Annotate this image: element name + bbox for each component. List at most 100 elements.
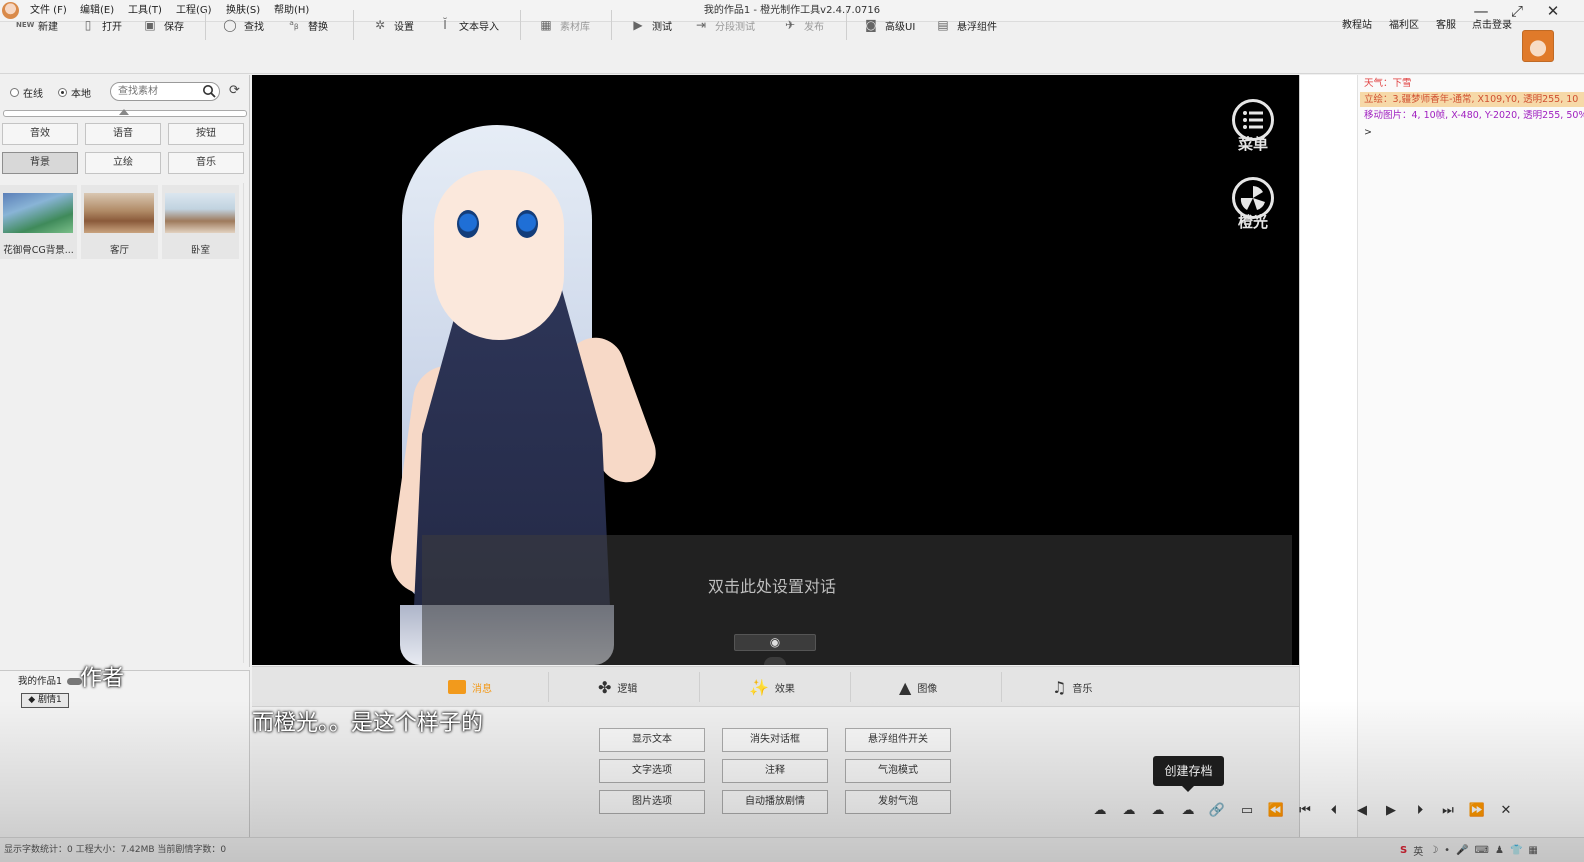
welfare-link[interactable]: 福利区: [1389, 19, 1419, 33]
new-label: 新建: [38, 21, 58, 33]
support-link[interactable]: 客服: [1436, 19, 1456, 33]
moon-icon[interactable]: ☽: [1429, 845, 1438, 856]
menu-label[interactable]: 菜单: [1223, 133, 1283, 154]
next-icon[interactable]: ▶: [1380, 802, 1402, 820]
shirt-icon[interactable]: 👕: [1510, 845, 1522, 856]
message-icon: [448, 680, 466, 694]
log-entry[interactable]: 天气：下雪: [1360, 76, 1584, 91]
episode-node[interactable]: ◆ 剧情1: [21, 693, 69, 708]
asset-thumbnail[interactable]: 客厅: [81, 185, 158, 259]
asset-thumbnail[interactable]: 花御骨CG背景...: [0, 185, 77, 259]
publish-icon: ✈: [784, 18, 796, 32]
collapse-tab[interactable]: [764, 657, 786, 665]
text-import-button[interactable]: Ĭ 文本导入: [437, 12, 499, 38]
category-sound-effects[interactable]: 音效: [2, 123, 78, 145]
prev-icon[interactable]: ◀: [1351, 802, 1373, 820]
skip-start-icon[interactable]: ⏮: [1294, 802, 1316, 820]
dot-icon[interactable]: •: [1444, 845, 1450, 856]
keyboard-icon[interactable]: ⌨: [1475, 845, 1489, 856]
advanced-ui-button[interactable]: ◙ 高级UI: [863, 12, 915, 38]
log-entry[interactable]: 立绘：3,疆梦师香年-通常, X109,Y0, 透明255, 10: [1360, 92, 1584, 107]
fast-forward-icon[interactable]: ⏩: [1466, 802, 1488, 820]
segment-test-button[interactable]: ⇥ 分段测试: [693, 12, 755, 38]
log-entry[interactable]: 移动图片：4, 10帧, X-480, Y-2020, 透明255, 50%: [1360, 108, 1584, 123]
close-icon[interactable]: ✕: [1495, 802, 1517, 820]
toolbar-separator: [520, 10, 521, 40]
user-icon[interactable]: ♟: [1495, 845, 1504, 856]
bubble-mode-button[interactable]: 气泡模式: [845, 759, 951, 783]
text-options-button[interactable]: 文字选项: [599, 759, 705, 783]
new-button[interactable]: NEW 新建: [16, 12, 58, 38]
category-buttons[interactable]: 按钮: [168, 123, 244, 145]
cloud-icon[interactable]: ☁: [1147, 802, 1169, 820]
open-button[interactable]: ▯ 打开: [80, 12, 122, 38]
tab-message[interactable]: 消息: [448, 675, 492, 699]
show-text-button[interactable]: 显示文本: [599, 728, 705, 752]
source-online-radio[interactable]: 在线: [10, 85, 43, 100]
open-label: 打开: [102, 21, 122, 33]
tab-image[interactable]: ▲ 图像: [899, 675, 937, 699]
comment-button[interactable]: 注释: [722, 759, 828, 783]
toolbar-separator: [353, 10, 354, 40]
login-link[interactable]: 点击登录: [1472, 19, 1512, 33]
floating-widget-toggle-button[interactable]: 悬浮组件开关: [845, 728, 951, 752]
thumbnail-label: 卧室: [190, 245, 210, 256]
publish-button[interactable]: ✈ 发布: [782, 12, 824, 38]
slider-thumb[interactable]: [119, 109, 129, 115]
floating-widget-button[interactable]: ▤ 悬浮组件: [935, 12, 997, 38]
settings-button[interactable]: ✲ 设置: [372, 12, 414, 38]
stage-canvas[interactable]: 双击此处设置对话 ◉ 菜单 橙光: [252, 75, 1299, 665]
skip-end-icon[interactable]: ⏭: [1437, 802, 1459, 820]
category-background[interactable]: 背景: [2, 152, 78, 174]
hide-dialog-button[interactable]: ◉: [734, 634, 816, 651]
tab-music[interactable]: ♫ 音乐: [1052, 675, 1092, 699]
tab-effects[interactable]: ✨ 效果: [749, 675, 795, 699]
tooltip-arrow: [1182, 786, 1194, 792]
screen-icon[interactable]: ▭: [1236, 802, 1258, 820]
asset-thumbnail[interactable]: 卧室: [162, 185, 239, 259]
cloud-download-icon[interactable]: ☁: [1118, 802, 1140, 820]
advanced-ui-icon: ◙: [865, 18, 877, 32]
tab-logic[interactable]: ✤ 逻辑: [598, 675, 637, 699]
status-bar: [0, 837, 1584, 862]
avatar[interactable]: [1522, 30, 1554, 62]
search-input[interactable]: [118, 85, 198, 98]
category-portrait[interactable]: 立绘: [85, 152, 161, 174]
search-icon[interactable]: [202, 84, 216, 98]
dialog-box[interactable]: [422, 535, 1292, 665]
link-icon[interactable]: 🔗: [1206, 802, 1228, 820]
rewind-icon[interactable]: ⏪: [1265, 802, 1287, 820]
dialog-placeholder[interactable]: 双击此处设置对话: [422, 573, 1122, 597]
autoplay-story-button[interactable]: 自动播放剧情: [722, 790, 828, 814]
mic-icon[interactable]: 🎤: [1456, 845, 1468, 856]
grid-icon[interactable]: ▦: [1528, 845, 1537, 856]
category-music[interactable]: 音乐: [168, 152, 244, 174]
asset-library-button[interactable]: ▦ 素材库: [538, 12, 590, 38]
source-local-label: 本地: [71, 88, 91, 100]
asset-scrollbar[interactable]: [243, 183, 249, 663]
segment-test-label: 分段测试: [715, 21, 755, 33]
image-options-button[interactable]: 图片选项: [599, 790, 705, 814]
save-button[interactable]: ▣ 保存: [142, 12, 184, 38]
emit-bubble-button[interactable]: 发射气泡: [845, 790, 951, 814]
cloud-upload-icon[interactable]: ☁: [1089, 802, 1111, 820]
tray-icon[interactable]: 英: [1413, 843, 1423, 858]
refresh-icon[interactable]: ⟳: [229, 84, 243, 98]
hide-dialog-command-button[interactable]: 消失对话框: [722, 728, 828, 752]
tab-effects-label: 效果: [774, 683, 795, 695]
replace-icon: ᵃᵦ: [289, 18, 299, 32]
system-tray: S 英 ☽ • 🎤 ⌨ ♟ 👕 ▦: [1400, 838, 1584, 862]
source-local-radio[interactable]: 本地: [58, 85, 91, 100]
tutorial-link[interactable]: 教程站: [1342, 19, 1372, 33]
replace-button[interactable]: ᵃᵦ 替换: [286, 12, 328, 38]
test-button[interactable]: ▶ 测试: [630, 12, 672, 38]
step-start-icon[interactable]: ⏴: [1323, 802, 1345, 820]
step-end-icon[interactable]: ⏵: [1409, 802, 1431, 820]
cloud-save-icon[interactable]: ☁: [1177, 802, 1199, 820]
ime-icon[interactable]: S: [1400, 845, 1407, 856]
close-window-button[interactable]: ✕: [1536, 0, 1570, 22]
log-entry[interactable]: >: [1360, 125, 1584, 140]
project-name[interactable]: 我的作品1: [18, 676, 62, 688]
category-voice[interactable]: 语音: [85, 123, 161, 145]
find-button[interactable]: ◯ 查找: [222, 12, 264, 38]
